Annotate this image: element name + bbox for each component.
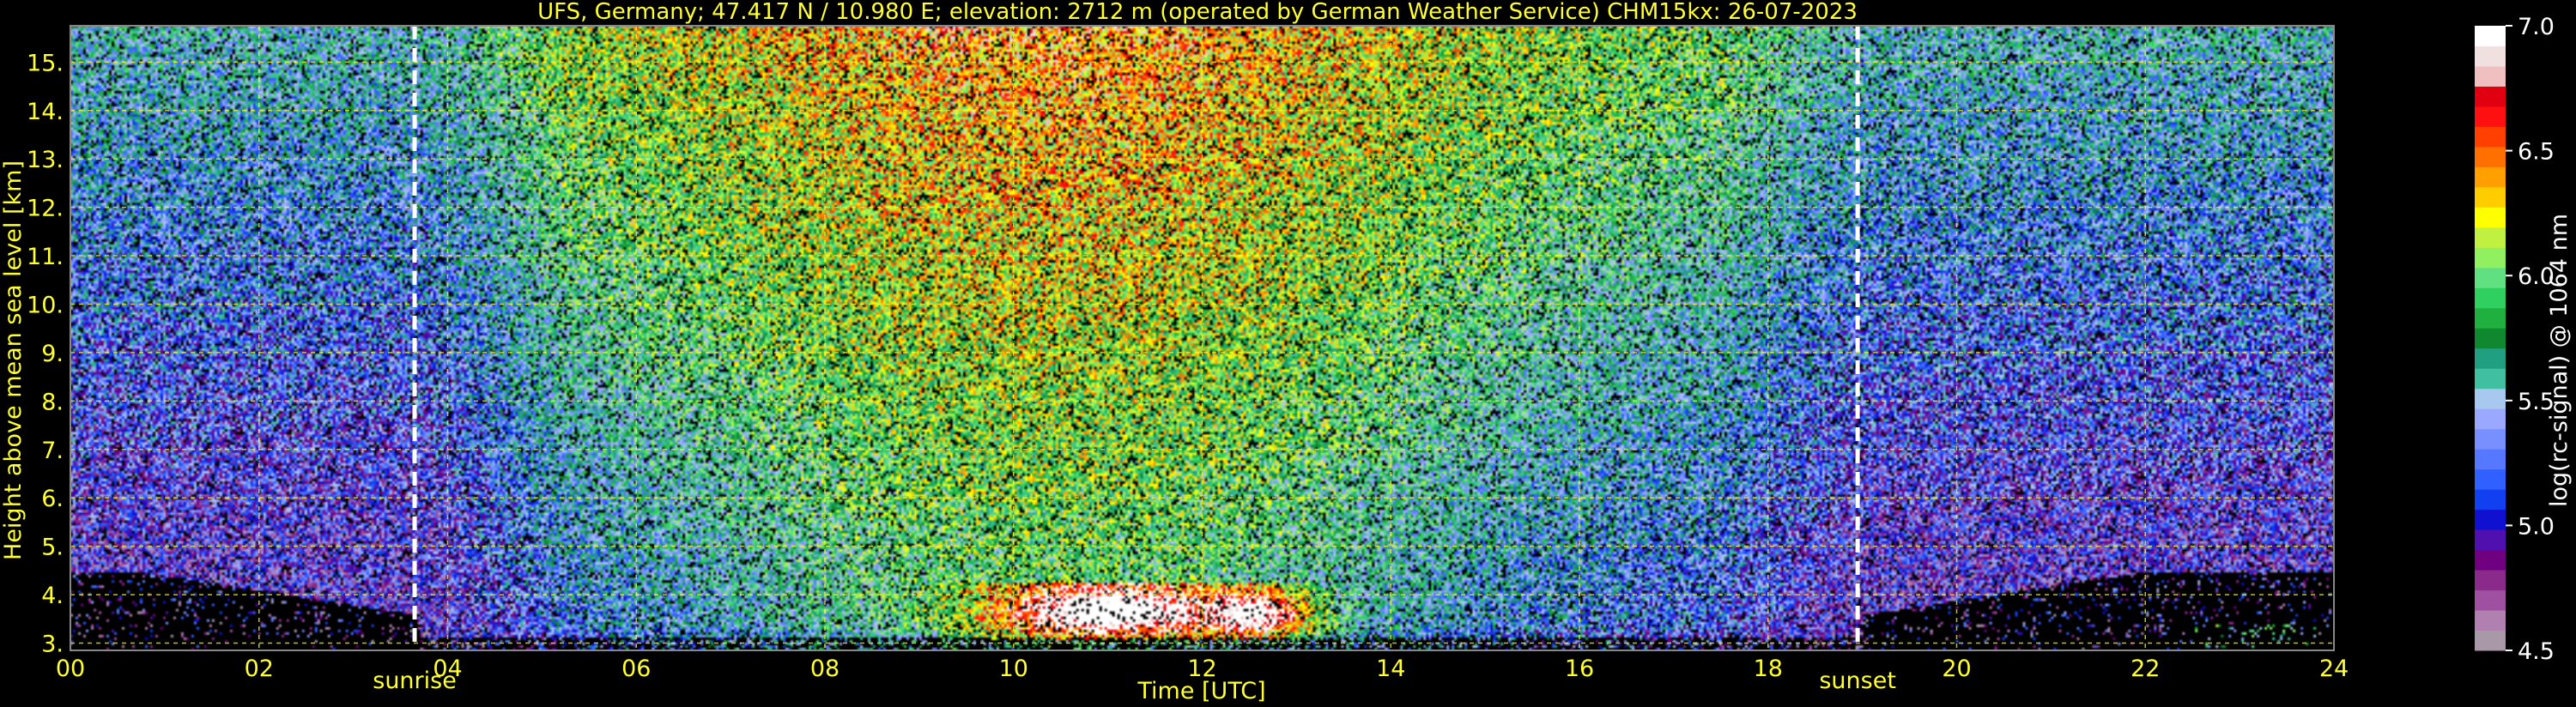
colorbar-band bbox=[2475, 186, 2506, 208]
colorbar-label: log(rc-signal) @ 1064 nm bbox=[2546, 214, 2573, 507]
y-axis-label: Height above mean sea level [km] bbox=[0, 160, 27, 560]
colorbar-band bbox=[2475, 610, 2506, 631]
colorbar-band bbox=[2475, 207, 2506, 228]
colorbar-band bbox=[2475, 428, 2506, 450]
colorbar-band bbox=[2475, 589, 2506, 611]
y-tick-label: 4. bbox=[41, 583, 64, 609]
y-tick-label: 7. bbox=[41, 438, 64, 464]
x-tick-label: 00 bbox=[56, 656, 85, 682]
x-tick-label: 10 bbox=[999, 656, 1028, 682]
colorbar-band bbox=[2475, 630, 2506, 651]
annotation-sunset: sunset bbox=[1819, 668, 1896, 694]
x-tick-label: 22 bbox=[2131, 656, 2160, 682]
colorbar-band bbox=[2475, 307, 2506, 329]
y-tick-label: 15. bbox=[27, 50, 64, 76]
ceilometer-chart: UFS, Germany; 47.417 N / 10.980 E; eleva… bbox=[0, 0, 2576, 707]
colorbar-band bbox=[2475, 287, 2506, 309]
colorbar-band bbox=[2475, 549, 2506, 571]
colorbar-band bbox=[2475, 468, 2506, 490]
colorbar-band bbox=[2475, 529, 2506, 551]
colorbar-band bbox=[2475, 509, 2506, 530]
y-tick-label: 11. bbox=[27, 244, 64, 270]
colorbar-band bbox=[2475, 368, 2506, 390]
x-tick-label: 06 bbox=[621, 656, 651, 682]
colorbar-band bbox=[2475, 26, 2506, 46]
y-tick-label: 14. bbox=[27, 99, 64, 125]
colorbar-band bbox=[2475, 347, 2506, 369]
x-tick-label: 20 bbox=[1942, 656, 1971, 682]
colorbar-tick-label: 7.0 bbox=[2518, 14, 2555, 40]
x-axis-label: Time [UTC] bbox=[1136, 678, 1265, 704]
colorbar-band bbox=[2475, 45, 2506, 67]
colorbar-band bbox=[2475, 570, 2506, 591]
colorbar-band bbox=[2475, 227, 2506, 248]
colorbar-band bbox=[2475, 388, 2506, 409]
annotation-sunrise: sunrise bbox=[373, 668, 457, 694]
colorbar-band bbox=[2475, 166, 2506, 188]
y-tick-label: 12. bbox=[27, 196, 64, 222]
y-tick-label: 5. bbox=[41, 535, 64, 561]
y-tick-label: 13. bbox=[27, 147, 64, 173]
colorbar-band bbox=[2475, 328, 2506, 349]
colorbar-band bbox=[2475, 86, 2506, 107]
colorbar-tick-label: 5.0 bbox=[2518, 513, 2555, 540]
x-tick-label: 18 bbox=[1754, 656, 1783, 682]
colorbar-band bbox=[2475, 267, 2506, 288]
y-tick-label: 9. bbox=[41, 341, 64, 367]
y-tick-label: 6. bbox=[41, 486, 64, 512]
chart-title: UFS, Germany; 47.417 N / 10.980 E; eleva… bbox=[537, 0, 1858, 25]
colorbar bbox=[2475, 26, 2506, 651]
colorbar-band bbox=[2475, 408, 2506, 430]
colorbar-band bbox=[2475, 449, 2506, 470]
y-tick-label: 10. bbox=[27, 292, 64, 318]
x-tick-label: 02 bbox=[245, 656, 274, 682]
colorbar-band bbox=[2475, 247, 2506, 269]
y-tick-label: 3. bbox=[41, 631, 64, 658]
y-tick-label: 8. bbox=[41, 389, 64, 415]
colorbar-band bbox=[2475, 65, 2506, 87]
x-tick-label: 08 bbox=[810, 656, 839, 682]
x-tick-label: 24 bbox=[2319, 656, 2349, 682]
colorbar-band bbox=[2475, 489, 2506, 511]
colorbar-band bbox=[2475, 106, 2506, 127]
colorbar-tick-label: 4.5 bbox=[2518, 638, 2555, 665]
x-tick-label: 14 bbox=[1376, 656, 1405, 682]
colorbar-band bbox=[2475, 126, 2506, 148]
colorbar-tick-label: 6.5 bbox=[2518, 139, 2555, 166]
x-tick-label: 16 bbox=[1565, 656, 1594, 682]
colorbar-band bbox=[2475, 146, 2506, 167]
